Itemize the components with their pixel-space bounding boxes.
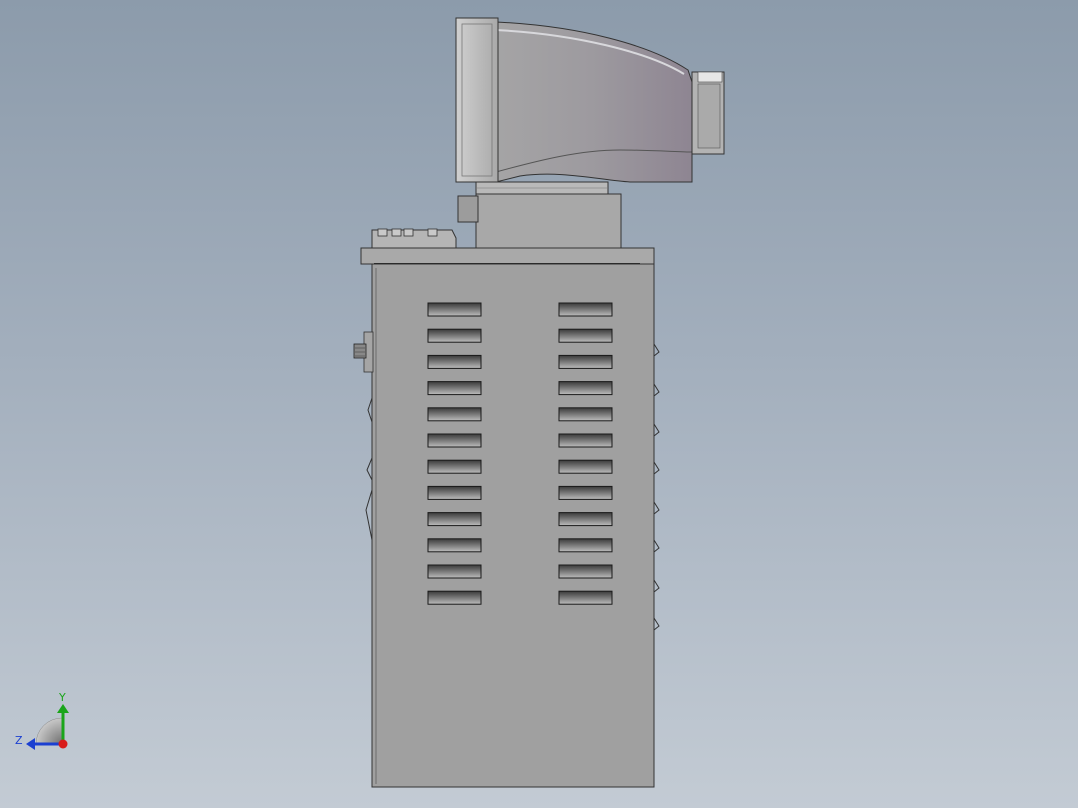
vent-slot: [427, 485, 482, 500]
cable-hook: [653, 617, 660, 631]
z-axis-label: Z: [15, 734, 23, 747]
cabinet: [353, 263, 660, 788]
cable-hook: [653, 579, 660, 593]
cable-hook: [653, 501, 660, 515]
rear-cable-hooks: [653, 343, 660, 631]
cable-hook: [653, 343, 660, 357]
top-plate: [360, 247, 655, 265]
vent-slot: [427, 302, 482, 317]
monitor-housing: [469, 21, 693, 183]
vent-slot: [558, 381, 613, 396]
vent-slot: [427, 328, 482, 343]
vent-slot: [558, 590, 613, 605]
vent-slot: [427, 564, 482, 579]
vent-slot: [558, 485, 613, 500]
vent-slot: [558, 433, 613, 448]
vent-slot: [558, 459, 613, 474]
monitor-pedestal: [457, 193, 622, 251]
keyboard-tray: [371, 228, 457, 249]
vent-slot: [427, 459, 482, 474]
view-orientation-triad[interactable]: Y Z: [15, 691, 69, 750]
vent-slot: [427, 407, 482, 422]
vent-slot: [427, 538, 482, 553]
z-axis-arrow-icon: [26, 738, 35, 750]
vent-slot: [558, 328, 613, 343]
vent-slot: [427, 381, 482, 396]
cable-hook: [653, 461, 660, 475]
y-axis-arrow-icon: [57, 704, 69, 713]
vent-slot: [558, 302, 613, 317]
cad-viewport[interactable]: Y Z: [0, 0, 1078, 808]
side-handle: [353, 331, 374, 373]
pedestal-latch: [457, 195, 479, 223]
vent-slot: [427, 590, 482, 605]
side-cable-clips: [365, 397, 373, 541]
vent-slot: [427, 433, 482, 448]
model-view: Y Z: [15, 17, 725, 788]
vent-slot: [427, 512, 482, 527]
y-axis-label: Y: [58, 691, 66, 704]
vent-slot: [558, 354, 613, 369]
cable-hook: [653, 539, 660, 553]
vent-slot: [558, 538, 613, 553]
vent-slot: [427, 354, 482, 369]
vent-slot: [558, 407, 613, 422]
vent-slot: [558, 564, 613, 579]
x-axis-dot-icon: [58, 739, 68, 749]
cable-hook: [653, 423, 660, 437]
monitor: [455, 17, 725, 195]
vent-slot: [558, 512, 613, 527]
cable-hook: [653, 383, 660, 397]
